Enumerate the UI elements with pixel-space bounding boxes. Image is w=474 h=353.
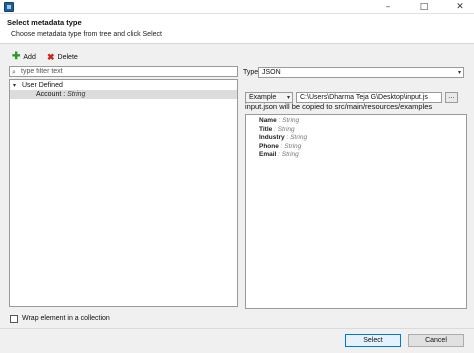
type-label: Type [243,69,259,76]
tree-node-name: Account [36,91,62,98]
chevron-down-icon: ▾ [286,94,290,101]
wrap-collection-checkbox[interactable] [10,314,18,323]
filter-box: ⌕ [9,66,238,77]
footer-divider [0,328,474,329]
wrap-collection-label: Wrap element in a collection [22,315,110,322]
field-type: String [284,142,302,150]
select-button[interactable]: Select [345,334,401,347]
chevron-down-icon: ▾ [457,69,461,76]
tree-node-account[interactable]: Account : String [10,90,237,99]
field-row: Email : String [259,151,299,159]
close-window-button[interactable]: ✕ [448,0,472,14]
field-type: String [282,117,300,124]
example-mode: Example [249,94,277,101]
cancel-button[interactable]: Cancel [408,334,464,347]
field-name: Name [259,117,277,124]
add-button[interactable]: ✚ Add [12,52,36,62]
app-icon [4,2,14,12]
copy-note: input.json will be copied to src/main/re… [245,102,433,111]
delete-icon: ✖ [47,52,55,62]
type-dropdown[interactable]: JSON ▾ [258,67,464,78]
field-type: String [281,151,299,158]
field-name: Industry [259,134,285,141]
metadata-tree[interactable]: ▾ User Defined Account : String [9,79,238,307]
maximize-button[interactable]: □ [412,0,436,14]
field-name: Title [259,125,273,133]
dialog-subtitle: Choose metadata type from tree and click… [11,31,162,38]
tree-node-label: User Defined [22,82,63,89]
wrap-collection-option[interactable]: Wrap element in a collection [10,314,110,323]
filter-input[interactable] [21,67,235,76]
dialog-title: Select metadata type [7,18,82,27]
field-row: Name : String [259,117,299,125]
field-type: String [290,134,308,141]
tree-node-user-defined[interactable]: ▾ User Defined [10,81,237,90]
field-row: Title : String [259,126,295,134]
field-name: Email [259,151,277,158]
field-name: Phone [259,142,279,150]
field-type: String [277,125,295,133]
type-value: JSON [262,69,281,76]
tree-node-label: Account : String [36,90,85,99]
add-label: Add [23,53,36,61]
minimize-button[interactable]: – [376,0,400,14]
search-icon: ⌕ [12,68,16,76]
field-row: Phone : String [259,143,301,151]
tree-node-type: String [67,91,86,98]
dialog-header: Select metadata type Choose metadata typ… [0,14,474,44]
add-icon: ✚ [12,51,21,62]
field-row: Industry : String [259,134,307,142]
title-bar: – □ ✕ [0,0,474,14]
expand-chevron-icon[interactable]: ▾ [13,81,16,90]
delete-button[interactable]: ✖ Delete [47,52,78,62]
fields-preview: Name : String Title : String Industry : … [245,114,467,309]
delete-label: Delete [57,53,78,61]
